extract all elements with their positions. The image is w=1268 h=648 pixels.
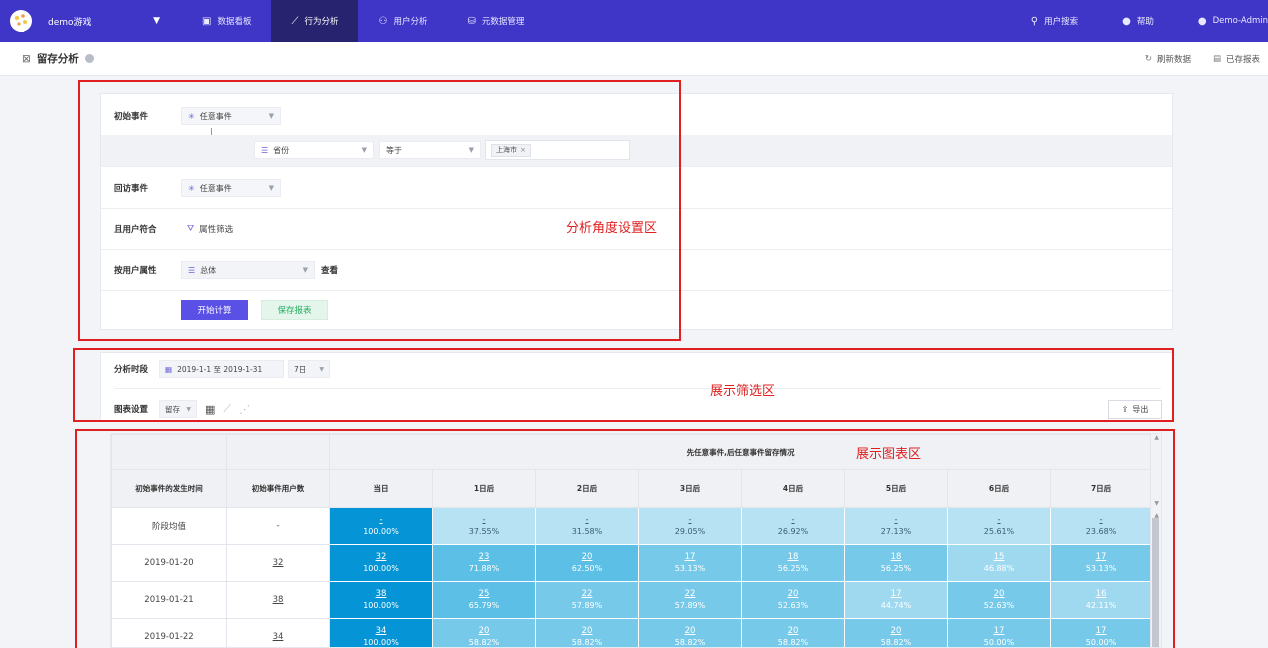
saved-reports-button[interactable]: ▤ 已存报表 <box>1213 53 1260 65</box>
nav-user-analysis[interactable]: ⚇ 用户分析 <box>358 0 447 42</box>
nav-label: 行为分析 <box>304 17 339 27</box>
nav-label: 帮助 <box>1136 17 1154 27</box>
nav-dashboard[interactable]: ▣ 数据看板 <box>182 0 271 42</box>
nav-label: 元数据管理 <box>481 17 525 27</box>
chevron-down-icon: ▼ <box>153 16 160 26</box>
search-icon: ⚲ <box>1030 15 1039 27</box>
line-chart-icon: ⟋ <box>291 15 299 27</box>
account-icon: ● <box>1197 15 1207 27</box>
database-icon: ⛁ <box>467 15 476 27</box>
refresh-icon: ↻ <box>1144 53 1152 64</box>
chart-area-label: 展示图表区 <box>856 447 922 462</box>
nav-label: Demo-Admin <box>1212 16 1268 26</box>
retention-icon: ⊠ <box>22 52 31 65</box>
refresh-label: 刷新数据 <box>1156 54 1191 65</box>
page-title: ⊠ 留存分析 <box>22 51 94 66</box>
nav-label: 用户分析 <box>393 17 428 27</box>
help-icon: ● <box>1122 15 1131 27</box>
project-selector[interactable]: demo游戏 ▼ <box>42 0 182 42</box>
user-icon: ⚇ <box>378 15 388 27</box>
nav-label: 用户搜索 <box>1044 17 1079 27</box>
dashboard-icon: ▣ <box>202 15 212 27</box>
nav-help[interactable]: ● 帮助 <box>1100 0 1176 42</box>
page-title-text: 留存分析 <box>36 53 79 65</box>
brain-logo-icon[interactable] <box>0 0 42 42</box>
refresh-button[interactable]: ↻ 刷新数据 <box>1145 53 1191 65</box>
top-navbar: demo游戏 ▼ ▣ 数据看板 ⟋ 行为分析 ⚇ 用户分析 ⛁ 元数据管理 ⚲ … <box>0 0 1268 42</box>
filter-area-outline <box>73 348 1174 422</box>
nav-label: 数据看板 <box>217 17 252 27</box>
config-area-label: 分析角度设置区 <box>566 221 658 236</box>
filter-area-label: 展示筛选区 <box>710 384 776 399</box>
config-area-outline <box>78 80 681 341</box>
nav-behavior-analysis[interactable]: ⟋ 行为分析 <box>271 0 359 42</box>
saved-reports-label: 已存报表 <box>1225 54 1260 65</box>
nav-metadata[interactable]: ⛁ 元数据管理 <box>447 0 544 42</box>
project-name: demo游戏 <box>48 17 92 28</box>
chart-area-outline <box>75 429 1175 648</box>
report-icon: ▤ <box>1212 53 1221 64</box>
page-header: ⊠ 留存分析 ↻ 刷新数据 ▤ 已存报表 <box>0 42 1268 76</box>
help-circle-icon[interactable] <box>84 54 94 63</box>
nav-user-search[interactable]: ⚲ 用户搜索 <box>1009 0 1100 42</box>
nav-account[interactable]: ● Demo-Admin <box>1176 0 1268 42</box>
